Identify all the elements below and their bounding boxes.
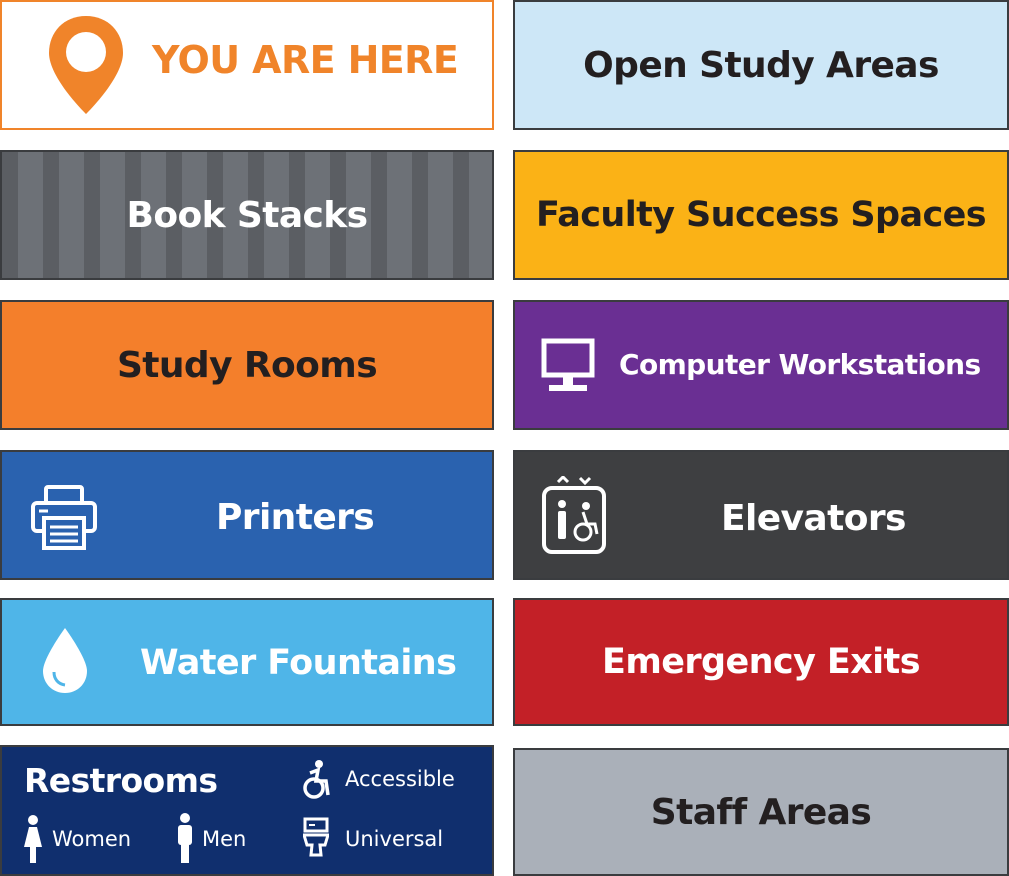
staff-areas-tile: Staff Areas [513,748,1009,876]
open-study-areas-label: Open Study Areas [583,44,939,86]
water-fountains-label: Water Fountains [140,643,457,683]
printer-icon [30,484,98,556]
staff-areas-label: Staff Areas [650,791,872,833]
emergency-exits-tile: Emergency Exits [513,598,1009,726]
monitor-icon [541,338,595,398]
water-drop-icon [40,626,90,700]
accessible-label: Accessible [345,767,455,791]
elevator-icon [541,474,607,560]
restrooms-title: Restrooms [24,761,218,800]
book-stacks-label: Book Stacks [126,194,369,236]
emergency-exits-label: Emergency Exits [602,642,920,682]
elevators-tile: Elevators [513,450,1009,580]
women-icon [24,815,42,867]
location-pin-icon [46,14,126,120]
universal-label: Universal [345,827,444,851]
men-icon [176,813,194,867]
study-rooms-label: Study Rooms [116,344,378,386]
computer-workstations-tile: Computer Workstations [513,300,1009,430]
women-label: Women [52,827,132,851]
printers-tile: Printers [0,450,494,580]
toilet-icon [301,817,331,861]
you-are-here-label: YOU ARE HERE [152,38,459,82]
open-study-areas-tile: Open Study Areas [513,0,1009,130]
printers-label: Printers [216,497,375,538]
men-label: Men [202,827,247,851]
elevators-label: Elevators [721,498,906,539]
faculty-success-spaces-label: Faculty Success Spaces [535,195,987,235]
accessible-icon [300,759,334,803]
you-are-here-tile: YOU ARE HERE [0,0,494,130]
faculty-success-spaces-tile: Faculty Success Spaces [513,150,1009,280]
study-rooms-tile: Study Rooms [0,300,494,430]
water-fountains-tile: Water Fountains [0,598,494,726]
restrooms-tile: Restrooms Accessible Women Men Universal [0,745,494,876]
book-stacks-tile: Book Stacks [0,150,494,280]
computer-workstations-label: Computer Workstations [619,348,981,381]
